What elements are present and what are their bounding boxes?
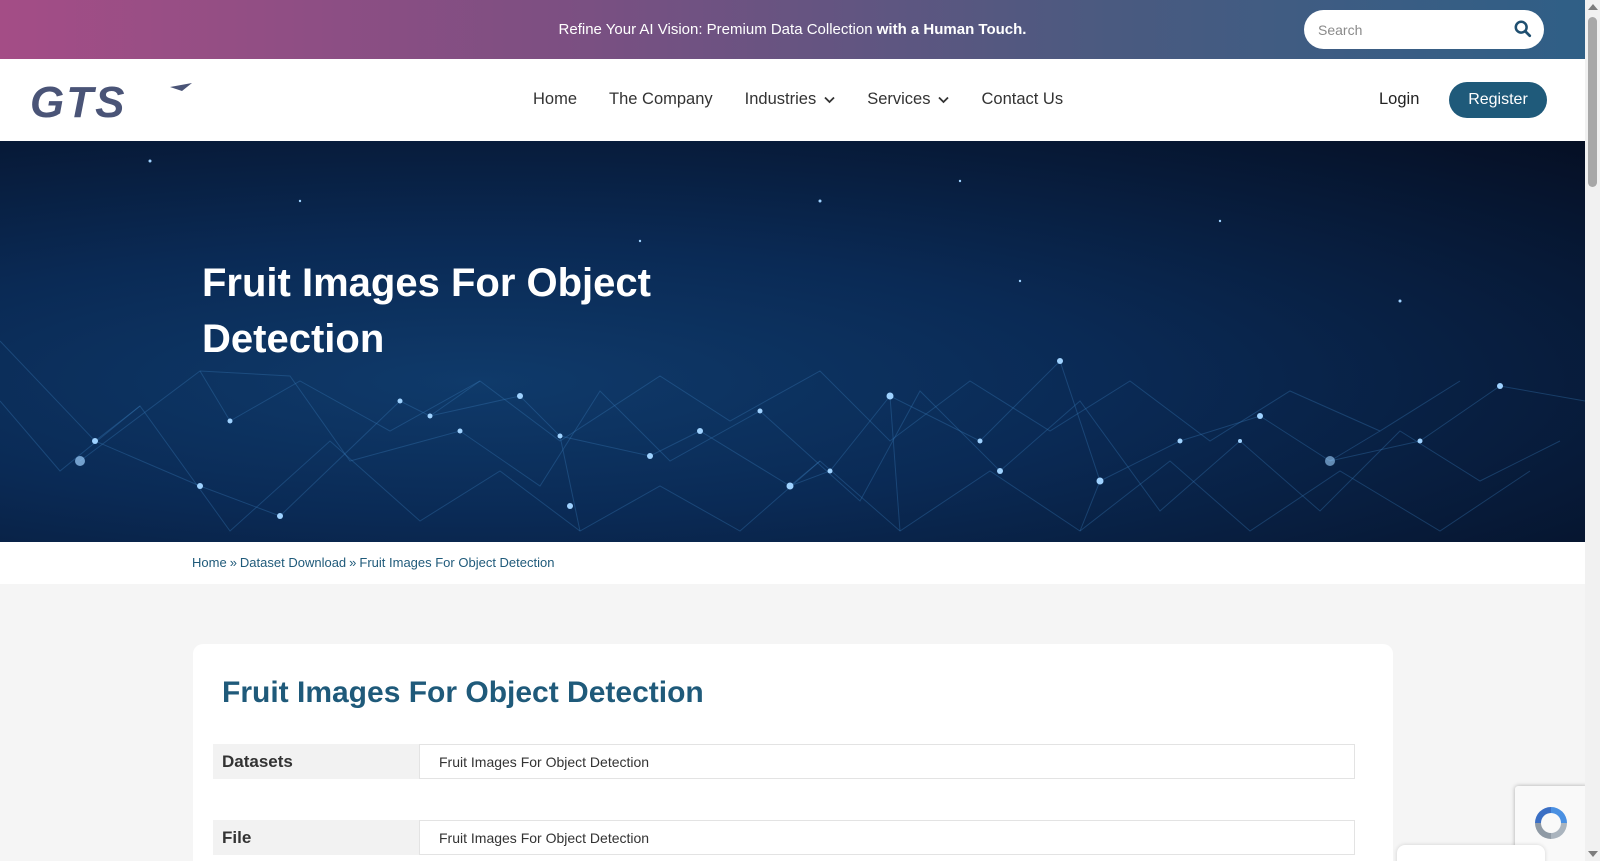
table-row: Datasets Fruit Images For Object Detecti… — [213, 744, 1355, 779]
nav-item-the-company[interactable]: The Company — [609, 90, 713, 109]
nav-menu: Home The Company Industries Services Con… — [533, 90, 1095, 109]
row-key: Datasets — [213, 744, 419, 779]
chevron-down-icon — [938, 96, 950, 103]
breadcrumb-home[interactable]: Home — [192, 555, 227, 570]
row-value: Fruit Images For Object Detection — [419, 820, 1355, 855]
search-icon[interactable] — [1514, 20, 1532, 38]
breadcrumb-trail: Home» Dataset Download» Fruit Images For O… — [192, 555, 554, 570]
row-key: File — [213, 820, 419, 855]
nav-item-contact-us[interactable]: Contact Us — [981, 90, 1063, 109]
breadcrumb-current: Fruit Images For Object Detection — [359, 555, 555, 570]
dataset-card: Fruit Images For Object Detection Datase… — [193, 644, 1393, 861]
breadcrumb-dataset-download[interactable]: Dataset Download — [240, 555, 346, 570]
nav-item-label: The Company — [609, 90, 713, 108]
hero-banner: Fruit Images For Object Detection — [0, 141, 1585, 542]
breadcrumb-separator: » — [349, 555, 357, 570]
chevron-down-icon — [824, 96, 835, 103]
promo-text-regular: Refine Your AI Vision: Premium Data Coll… — [558, 21, 877, 38]
card-title: Fruit Images For Object Detection — [222, 676, 704, 709]
nav-item-label: Contact Us — [981, 90, 1064, 108]
nav-item-label: Services — [867, 90, 931, 108]
search-input[interactable] — [1318, 21, 1508, 38]
hero-title: Fruit Images For Object Detection — [202, 261, 651, 361]
scroll-down-arrow-icon[interactable] — [1588, 851, 1598, 857]
table-row: File Fruit Images For Object Detection — [213, 820, 1355, 855]
recaptcha-icon — [1535, 807, 1567, 839]
promo-bar: Refine Your AI Vision: Premium Data Coll… — [0, 0, 1585, 59]
page-scrollbar[interactable] — [1585, 0, 1600, 861]
nav-item-home[interactable]: Home — [533, 90, 577, 109]
nav-item-label: Industries — [744, 90, 817, 108]
search-box[interactable] — [1304, 10, 1544, 49]
breadcrumb: Home» Dataset Download» Fruit Images For O… — [0, 542, 1585, 584]
nav-item-industries[interactable]: Industries — [745, 90, 836, 109]
register-button[interactable]: Register — [1449, 82, 1547, 118]
logo-wordmark: GTS — [30, 81, 126, 121]
scroll-thumb[interactable] — [1588, 17, 1597, 187]
gts-logo[interactable]: GTS — [30, 81, 192, 121]
scroll-up-arrow-icon[interactable] — [1588, 4, 1598, 10]
promo-text-bold: with a Human Touch. — [876, 21, 1027, 38]
nav-item-services[interactable]: Services — [867, 90, 950, 109]
chat-widget-tab[interactable] — [1397, 845, 1545, 861]
login-link[interactable]: Login — [1379, 90, 1419, 109]
main-nav: GTS Home The Company Industries Services… — [0, 59, 1585, 141]
breadcrumb-separator: » — [229, 555, 237, 570]
row-value: Fruit Images For Object Detection — [419, 744, 1355, 779]
nav-item-label: Home — [533, 90, 578, 108]
